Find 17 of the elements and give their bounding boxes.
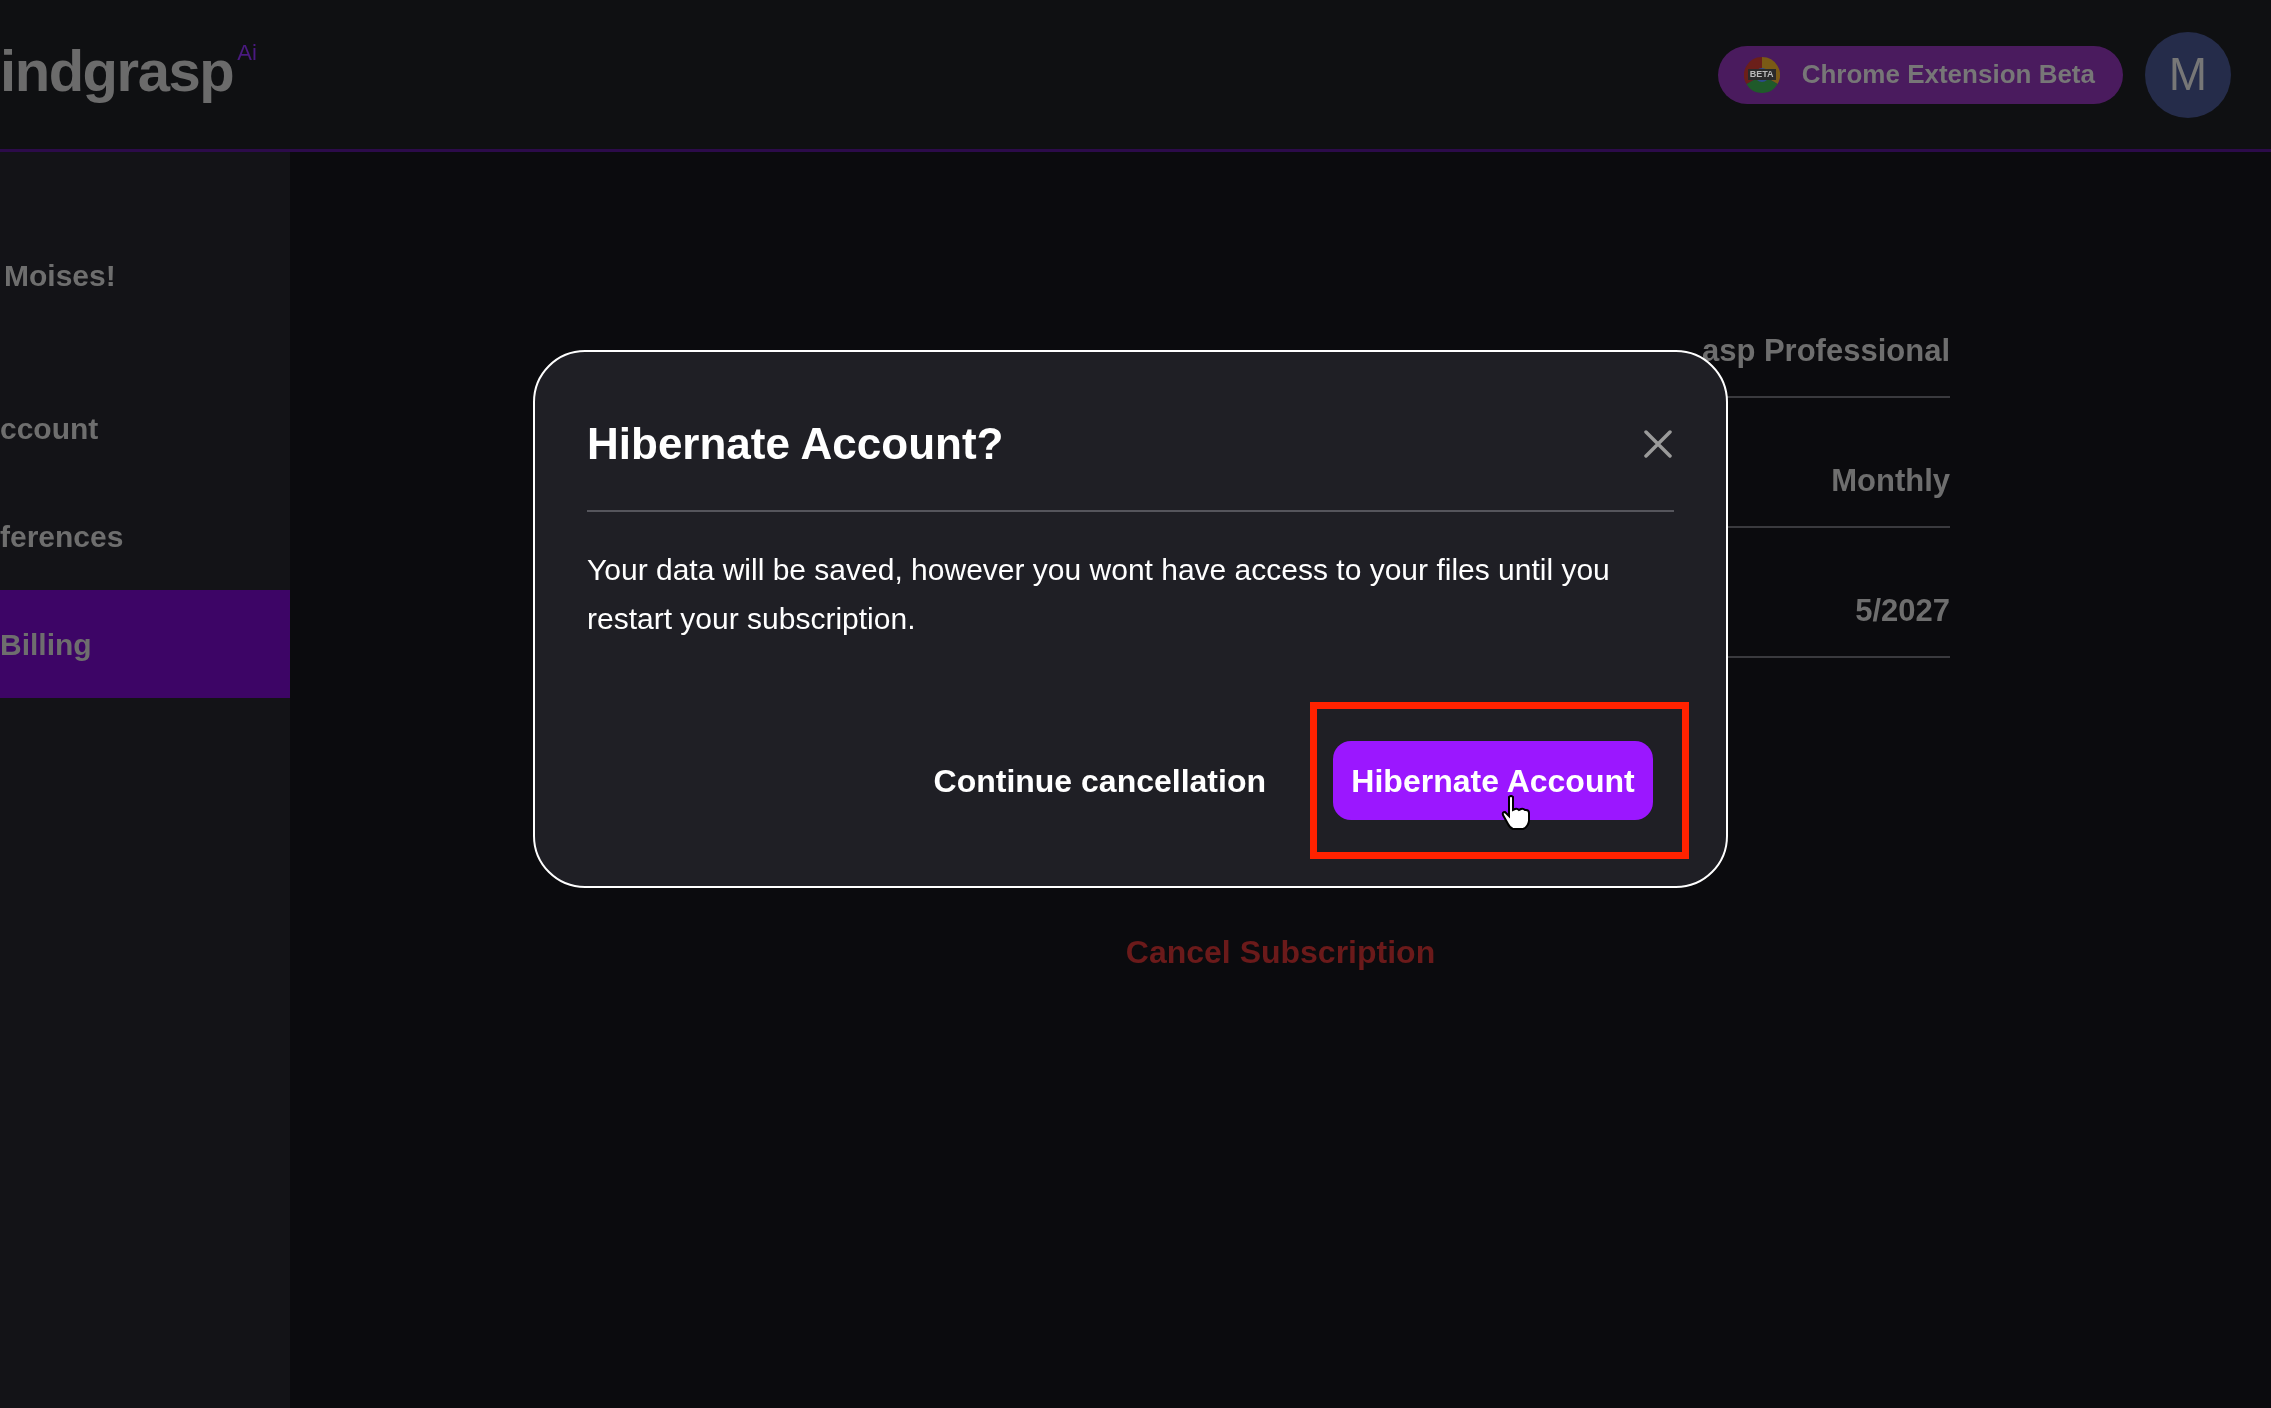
greeting-text: Moises! <box>3 258 117 294</box>
close-icon[interactable] <box>1644 430 1672 458</box>
extension-button[interactable]: BETA Chrome Extension Beta <box>1717 45 2123 104</box>
sidebar-item[interactable]: ccount <box>0 374 290 482</box>
logo-text[interactable]: indgrasp <box>0 36 234 106</box>
hibernate-account-button[interactable]: Hibernate Account <box>1333 741 1653 820</box>
avatar[interactable]: M <box>2145 31 2231 118</box>
sidebar-item[interactable]: Billing <box>0 590 290 698</box>
logo-suffix-text: Ai <box>237 42 257 64</box>
detail-value: asp Professional <box>1701 331 1950 370</box>
dialog-message: Your data will be saved, however you wont have access to your files until you restart your subscription. <box>587 552 1611 637</box>
continue-cancellation-button[interactable]: Continue cancellation <box>933 756 1266 805</box>
detail-value: Monthly <box>1831 461 1950 500</box>
dialog-title: Hibernate Account? <box>587 418 1004 470</box>
detail-value: 5/2027 <box>1855 591 1950 630</box>
sidebar-item[interactable]: ferences <box>0 482 290 590</box>
pointer-cursor-icon <box>1501 795 1531 831</box>
